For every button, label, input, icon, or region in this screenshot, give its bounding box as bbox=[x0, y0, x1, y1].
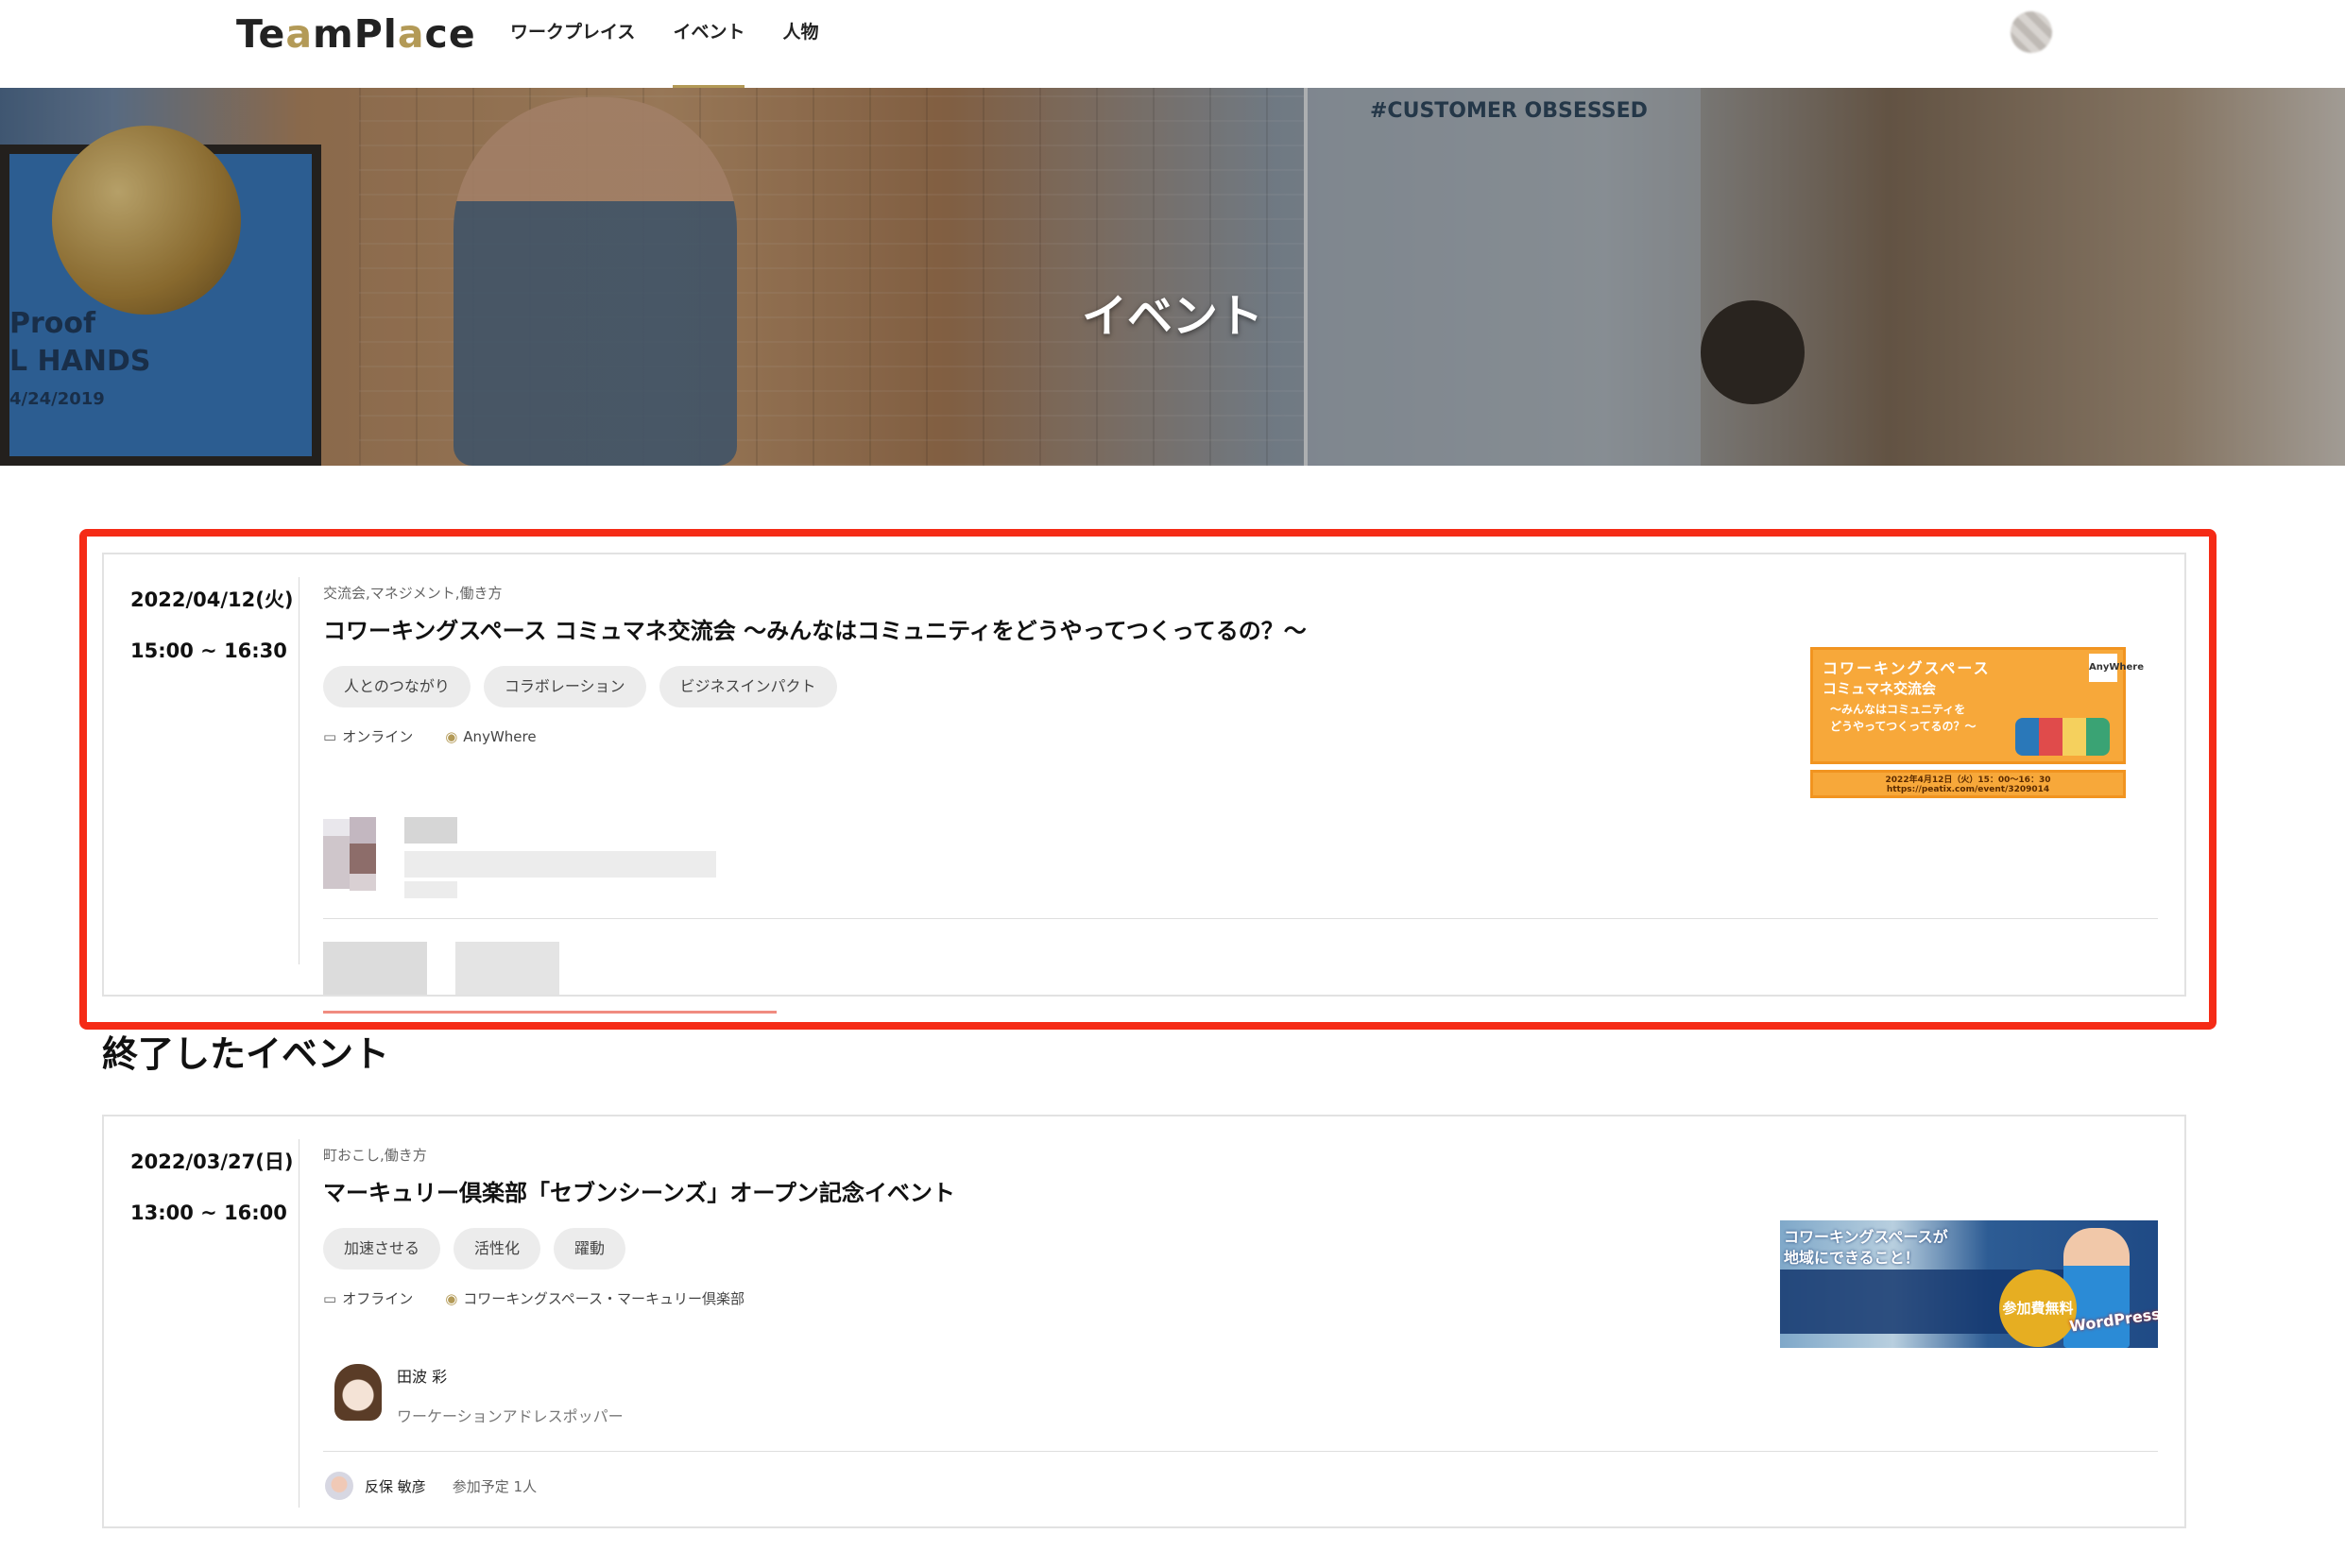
event-format: ▭ オンライン bbox=[323, 728, 414, 745]
card-separator bbox=[323, 918, 2158, 919]
event-tag[interactable]: ビジネスインパクト bbox=[659, 666, 837, 707]
event-tag[interactable]: 活性化 bbox=[454, 1228, 541, 1270]
attendee-redacted bbox=[323, 932, 777, 1014]
event-thumbnail[interactable]: コワーキングスペースが 地域にできること！ 参加費無料 WordPress bbox=[1780, 1220, 2158, 1348]
teamplace-logo[interactable]: TeamPlace bbox=[236, 11, 476, 57]
event-time: 15:00 ~ 16:30 bbox=[130, 639, 287, 662]
laptop-icon: ▭ bbox=[323, 728, 337, 745]
nav-item-people[interactable]: 人物 bbox=[763, 21, 837, 85]
event-tag[interactable]: 人とのつながり bbox=[323, 666, 471, 707]
event-time: 13:00 ~ 16:00 bbox=[130, 1202, 287, 1224]
host-name: 田波 彩 bbox=[397, 1368, 448, 1386]
card-divider bbox=[299, 1139, 300, 1508]
event-attendees[interactable]: 反保 敏彦 参加予定 1人 bbox=[325, 1472, 537, 1500]
nav-item-workplace[interactable]: ワークプレイス bbox=[491, 21, 654, 85]
event-tag[interactable]: 躍動 bbox=[554, 1228, 626, 1270]
event-categories: 町おこし,働き方 bbox=[323, 1147, 427, 1164]
user-avatar[interactable] bbox=[2011, 11, 2052, 53]
main-nav: ワークプレイス イベント 人物 bbox=[491, 21, 837, 88]
section-title-past-events: 終了したイベント bbox=[102, 1033, 390, 1075]
host-info-redacted bbox=[323, 791, 720, 923]
event-venue: ◉ AnyWhere bbox=[445, 727, 537, 745]
event-datetime: 2022/04/12(火) 15:00 ~ 16:30 bbox=[130, 585, 293, 662]
attendee-avatar bbox=[325, 1472, 353, 1500]
location-pin-icon: ◉ bbox=[445, 1290, 458, 1307]
event-date: 2022/03/27(日) bbox=[130, 1150, 294, 1173]
event-card-upcoming[interactable]: 2022/04/12(火) 15:00 ~ 16:30 交流会,マネジメント,働… bbox=[102, 553, 2186, 1014]
page-title: イベント bbox=[1081, 290, 1263, 343]
event-date: 2022/04/12(火) bbox=[130, 588, 294, 611]
location-pin-icon: ◉ bbox=[445, 727, 458, 745]
event-title[interactable]: コワーキングスペース コミュマネ交流会 〜みんなはコミュニティをどうやってつくっ… bbox=[323, 612, 2118, 645]
hero-banner: Proof L HANDS 4/24/2019 #CUSTOMER OBSESS… bbox=[0, 88, 2345, 466]
thumbnail-illustration bbox=[2015, 718, 2110, 756]
hero-shade bbox=[0, 88, 2345, 466]
event-datetime: 2022/03/27(日) 13:00 ~ 16:00 bbox=[130, 1147, 293, 1224]
host-role: ワーケーションアドレスポッパー bbox=[397, 1407, 624, 1425]
laptop-icon: ▭ bbox=[323, 1290, 337, 1307]
event-tag[interactable]: コラボレーション bbox=[483, 666, 646, 707]
event-card-past[interactable]: 2022/03/27(日) 13:00 ~ 16:00 町おこし,働き方 マーキ… bbox=[102, 1115, 2186, 1528]
card-divider bbox=[299, 577, 300, 964]
event-tag[interactable]: 加速させる bbox=[323, 1228, 441, 1270]
event-host[interactable]: 田波 彩 ワーケーションアドレスポッパー bbox=[334, 1364, 624, 1426]
event-categories: 交流会,マネジメント,働き方 bbox=[323, 585, 503, 602]
card-separator bbox=[323, 1451, 2158, 1452]
event-title[interactable]: マーキュリー倶楽部「セブンシーンズ」オープン記念イベント bbox=[323, 1174, 2118, 1207]
event-venue: ◉ コワーキングスペース・マーキュリー倶楽部 bbox=[445, 1290, 745, 1307]
nav-item-events[interactable]: イベント bbox=[654, 21, 763, 88]
site-header: TeamPlace ワークプレイス イベント 人物 bbox=[0, 0, 2345, 88]
event-thumbnail[interactable]: コワーキングスペース コミュマネ交流会 〜みんなはコミュニティを どうやってつくっ… bbox=[1810, 647, 2144, 798]
event-format: ▭ オフライン bbox=[323, 1290, 414, 1307]
attendee-name: 反保 敏彦 bbox=[365, 1477, 426, 1495]
attendee-count: 参加予定 1人 bbox=[452, 1477, 538, 1495]
host-avatar bbox=[334, 1364, 382, 1421]
